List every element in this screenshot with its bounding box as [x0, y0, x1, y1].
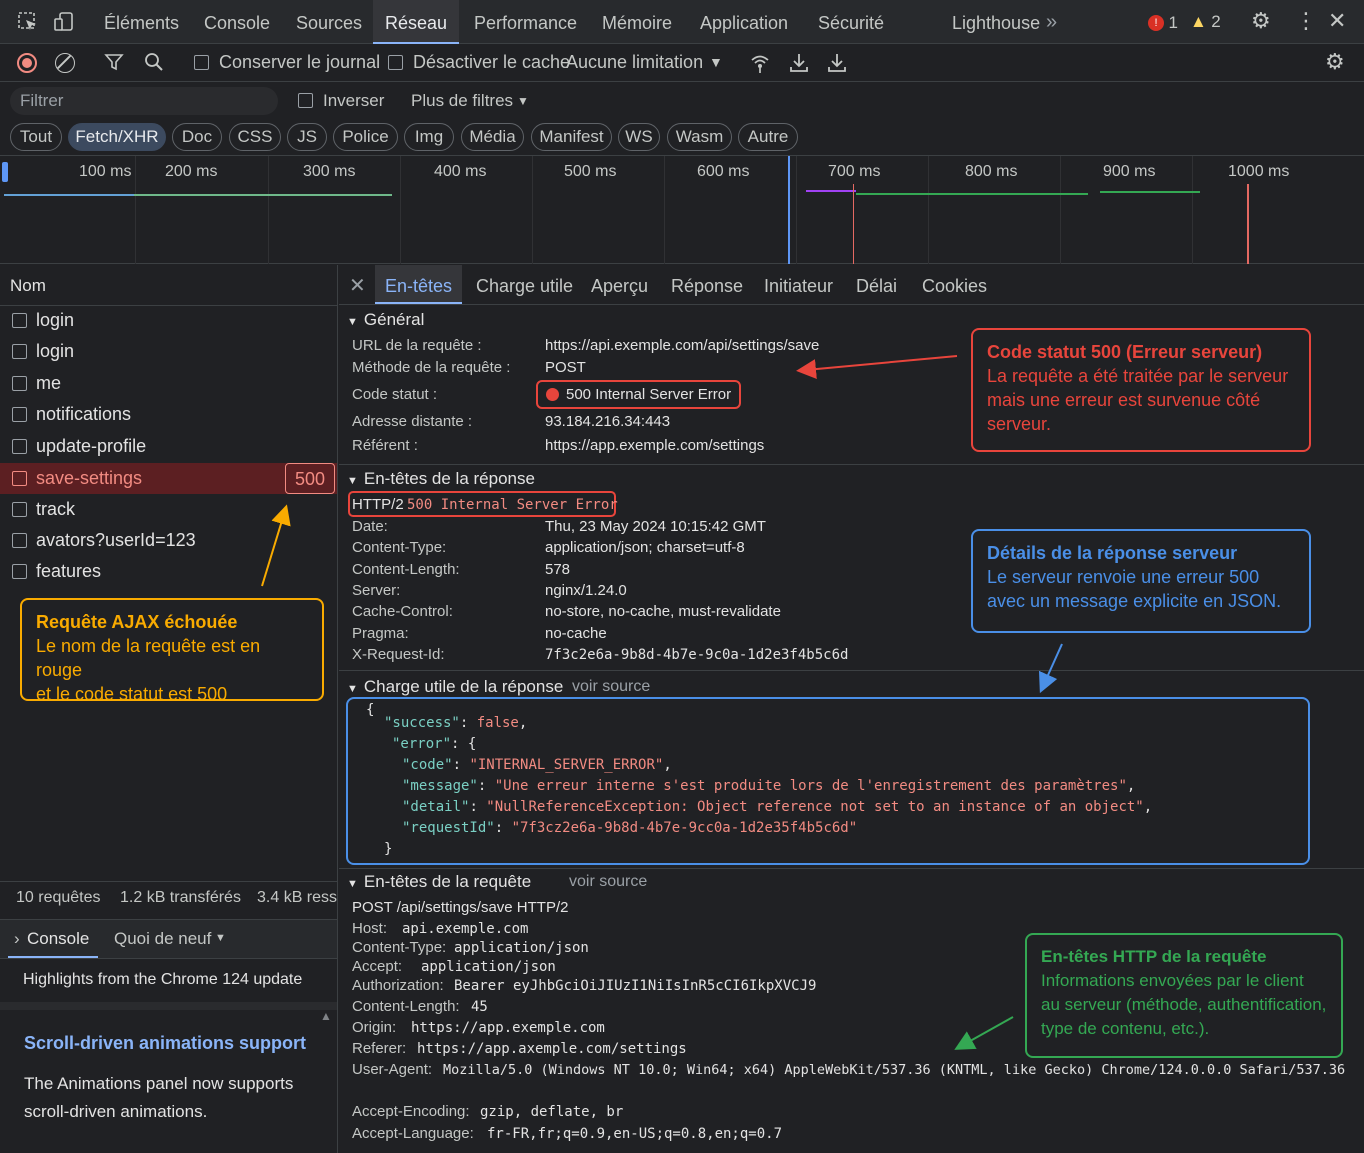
- arrow-details: [1038, 643, 1063, 694]
- arrow-status: [796, 355, 958, 380]
- annotation-arrows: [261, 355, 1063, 1050]
- arrow-request-headers: [954, 1016, 1014, 1050]
- arrow-ajax: [261, 504, 291, 587]
